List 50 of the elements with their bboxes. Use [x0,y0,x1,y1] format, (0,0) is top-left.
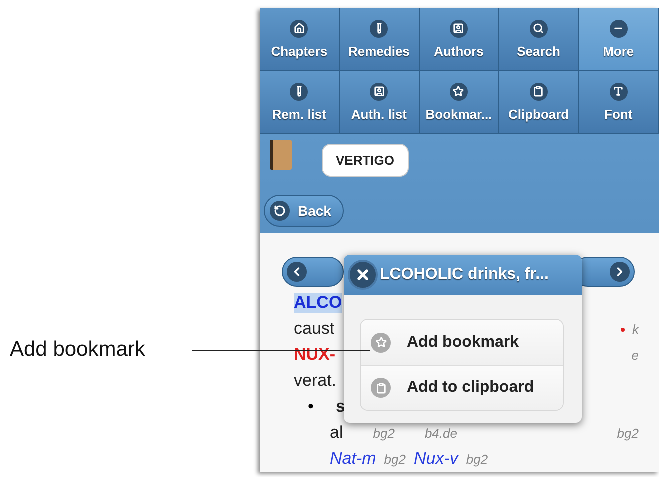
tab-icon [610,20,628,38]
tab-icon [290,82,308,100]
bullet-mark: • [308,397,314,417]
toolbar-tab[interactable]: Authors [420,8,500,71]
tab-icon [450,82,468,100]
book-icon [270,140,292,170]
remedy-text: verat. [294,371,337,391]
toolbar-tab[interactable]: Chapters [260,8,340,71]
tab-icon [370,20,388,38]
grade-label: b4.de [424,426,458,441]
remedy-text: caust [294,319,335,339]
remedy-text: Nux-v [414,449,458,469]
tab-icon [530,20,548,38]
toolbar-tab[interactable]: More [579,8,659,71]
dot-mark [620,328,624,332]
popup-title: LCOHOLIC drinks, fr... [380,266,549,284]
grade-label: bg2 [373,426,395,441]
grade-label: bg2 [617,426,639,441]
back-button[interactable]: Back [264,195,344,227]
tab-icon [530,82,548,100]
menu-item[interactable]: Add to clipboard [361,365,563,410]
toolbar-tab[interactable]: Auth. list [340,71,420,134]
toolbar-tab[interactable]: Remedies [340,8,420,71]
tab-icon [290,20,308,38]
toolbar-tab[interactable]: Clipboard [499,71,580,134]
chevron-left-icon [287,262,307,282]
chapter-button[interactable]: VERTIGO [322,144,409,177]
grade-label: e [632,348,639,363]
grade-label: bg2 [384,452,406,467]
toolbar-tab[interactable]: Font [579,71,659,134]
tab-icon [370,82,388,100]
back-icon [270,201,290,221]
toolbar-tab[interactable]: Search [499,8,580,71]
chevron-right-icon [610,262,630,282]
previous-button[interactable] [282,257,344,287]
remedy-text: al [330,423,344,443]
tab-icon [610,82,628,100]
close-icon [355,267,371,283]
close-button[interactable] [348,260,378,290]
menu-item[interactable]: Add bookmark [361,320,563,365]
remedy-text: Nat-m [330,449,376,469]
remedy-text: s [336,397,346,417]
toolbar-tab[interactable]: Bookmar... [420,71,500,134]
grade-label: k [632,322,639,337]
remedy-text: ALCO [294,293,342,313]
callout-label: Add bookmark [10,338,146,361]
clipboard-icon [371,378,391,398]
toolbar-tab[interactable]: Rem. list [260,71,340,134]
grade-label: bg2 [466,452,488,467]
tab-icon [450,20,468,38]
